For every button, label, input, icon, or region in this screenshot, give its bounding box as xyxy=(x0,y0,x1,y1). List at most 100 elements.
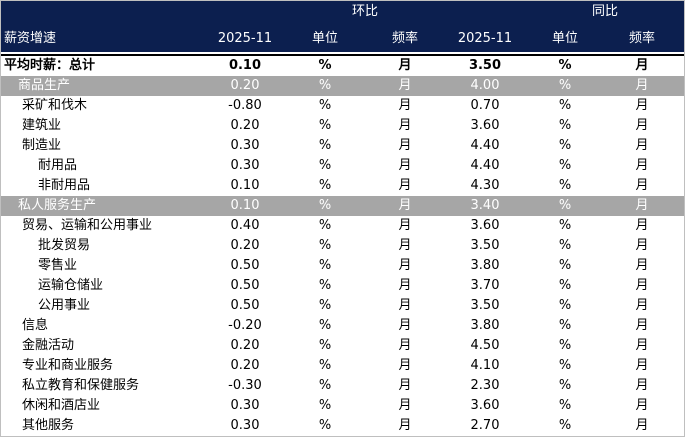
row-value-yoy: 4.50 xyxy=(470,338,500,353)
row-unit-mom: % xyxy=(318,138,332,153)
row-value-mom: 0.30 xyxy=(230,398,260,413)
row-frequency-mom: 月 xyxy=(398,138,412,153)
row-frequency-mom: 月 xyxy=(398,318,412,333)
row-value-mom: 0.30 xyxy=(230,158,260,173)
row-frequency-yoy: 月 xyxy=(635,378,649,393)
row-value-yoy: 2.70 xyxy=(470,418,500,433)
row-frequency-mom: 月 xyxy=(398,78,412,93)
row-value-yoy: 0.70 xyxy=(470,98,500,113)
row-frequency-mom: 月 xyxy=(398,398,412,413)
row-label: 非耐用品 xyxy=(38,178,91,193)
row-unit-mom: % xyxy=(318,418,332,433)
row-unit-yoy: % xyxy=(558,298,572,313)
row-label: 专业和商业服务 xyxy=(22,358,114,373)
row-unit-mom: % xyxy=(318,98,332,113)
row-label: 私立教育和保健服务 xyxy=(22,378,140,393)
row-unit-mom: % xyxy=(318,318,332,333)
row-unit-mom: % xyxy=(318,358,332,373)
row-value-yoy: 4.40 xyxy=(470,158,500,173)
column-header-period-mom: 2025-11 xyxy=(217,31,273,46)
column-header-unit-mom: 单位 xyxy=(311,31,338,46)
row-value-yoy: 4.10 xyxy=(470,358,500,373)
row-unit-mom: % xyxy=(318,218,332,233)
row-label: 耐用品 xyxy=(38,158,78,173)
row-value-yoy: 3.60 xyxy=(470,218,500,233)
row-value-mom: 0.20 xyxy=(230,78,260,93)
row-frequency-yoy: 月 xyxy=(635,338,649,353)
row-unit-yoy: % xyxy=(558,118,572,133)
row-value-mom: 0.30 xyxy=(230,418,260,433)
table-row: 私人服务生产 0.10% 月 3.40% 月 xyxy=(0,196,685,216)
column-header-frequency-mom: 频率 xyxy=(391,31,418,46)
row-unit-mom: % xyxy=(318,158,332,173)
table-row: 商品生产 0.20% 月 4.00% 月 xyxy=(0,76,685,96)
row-unit-yoy: % xyxy=(558,398,572,413)
row-frequency-yoy: 月 xyxy=(635,118,649,133)
row-frequency-mom: 月 xyxy=(398,198,412,213)
row-label: 零售业 xyxy=(38,258,78,273)
row-unit-yoy: % xyxy=(558,258,572,273)
row-label: 制造业 xyxy=(22,138,62,153)
table-row: 批发贸易 0.20% 月 3.50% 月 xyxy=(0,236,685,256)
table-row: 运输仓储业 0.50% 月 3.70% 月 xyxy=(0,276,685,296)
row-frequency-yoy: 月 xyxy=(635,278,649,293)
table-row: 非耐用品 0.10% 月 4.30% 月 xyxy=(0,176,685,196)
row-unit-mom: % xyxy=(318,338,332,353)
row-value-mom: 0.10 xyxy=(230,198,260,213)
row-frequency-mom: 月 xyxy=(398,158,412,173)
column-header-frequency-yoy: 频率 xyxy=(628,31,655,46)
row-frequency-yoy: 月 xyxy=(635,418,649,433)
row-frequency-mom: 月 xyxy=(398,258,412,273)
row-frequency-mom: 月 xyxy=(398,218,412,233)
row-label: 运输仓储业 xyxy=(38,278,104,293)
row-unit-mom: % xyxy=(318,58,332,73)
row-label: 其他服务 xyxy=(22,418,75,433)
row-value-yoy: 3.80 xyxy=(470,318,500,333)
row-label: 信息 xyxy=(22,318,49,333)
table-row: 贸易、运输和公用事业 0.40% 月 3.60% 月 xyxy=(0,216,685,236)
row-value-yoy: 3.70 xyxy=(470,278,500,293)
table-row: 公用事业 0.50% 月 3.50% 月 xyxy=(0,296,685,316)
column-header-period-yoy: 2025-11 xyxy=(457,31,513,46)
row-frequency-mom: 月 xyxy=(398,118,412,133)
row-frequency-yoy: 月 xyxy=(635,158,649,173)
row-frequency-mom: 月 xyxy=(398,358,412,373)
row-label: 私人服务生产 xyxy=(18,198,97,213)
header-group-row: 环比 同比 xyxy=(0,0,685,26)
row-unit-yoy: % xyxy=(558,338,572,353)
row-value-mom: 0.40 xyxy=(230,218,260,233)
row-value-yoy: 3.80 xyxy=(470,258,500,273)
row-frequency-mom: 月 xyxy=(398,278,412,293)
row-label: 金融活动 xyxy=(22,338,75,353)
header-column-row: 薪资增速 2025-11 单位 频率 2025-11 单位 频率 xyxy=(0,26,685,52)
row-frequency-mom: 月 xyxy=(398,98,412,113)
row-frequency-yoy: 月 xyxy=(635,238,649,253)
table-row: 零售业 0.50% 月 3.80% 月 xyxy=(0,256,685,276)
row-unit-mom: % xyxy=(318,78,332,93)
row-value-mom: -0.80 xyxy=(228,98,262,113)
row-frequency-yoy: 月 xyxy=(635,258,649,273)
row-label: 批发贸易 xyxy=(38,238,91,253)
row-unit-yoy: % xyxy=(558,318,572,333)
row-value-yoy: 2.30 xyxy=(470,378,500,393)
row-value-mom: 0.20 xyxy=(230,238,260,253)
row-unit-mom: % xyxy=(318,398,332,413)
row-frequency-yoy: 月 xyxy=(635,138,649,153)
row-unit-yoy: % xyxy=(558,98,572,113)
group-label-mom: 环比 xyxy=(351,4,378,19)
table-row: 私立教育和保健服务 -0.30% 月 2.30% 月 xyxy=(0,376,685,396)
row-frequency-yoy: 月 xyxy=(635,218,649,233)
row-frequency-yoy: 月 xyxy=(635,318,649,333)
table-row: 平均时薪：总计 0.10% 月 3.50% 月 xyxy=(0,56,685,76)
row-frequency-mom: 月 xyxy=(398,178,412,193)
row-unit-yoy: % xyxy=(558,158,572,173)
column-header-unit-yoy: 单位 xyxy=(551,31,578,46)
row-frequency-yoy: 月 xyxy=(635,178,649,193)
row-unit-mom: % xyxy=(318,258,332,273)
row-unit-mom: % xyxy=(318,178,332,193)
row-unit-mom: % xyxy=(318,378,332,393)
row-label: 商品生产 xyxy=(18,78,71,93)
row-value-mom: -0.30 xyxy=(228,378,262,393)
row-value-yoy: 4.00 xyxy=(470,78,500,93)
row-unit-yoy: % xyxy=(558,78,572,93)
